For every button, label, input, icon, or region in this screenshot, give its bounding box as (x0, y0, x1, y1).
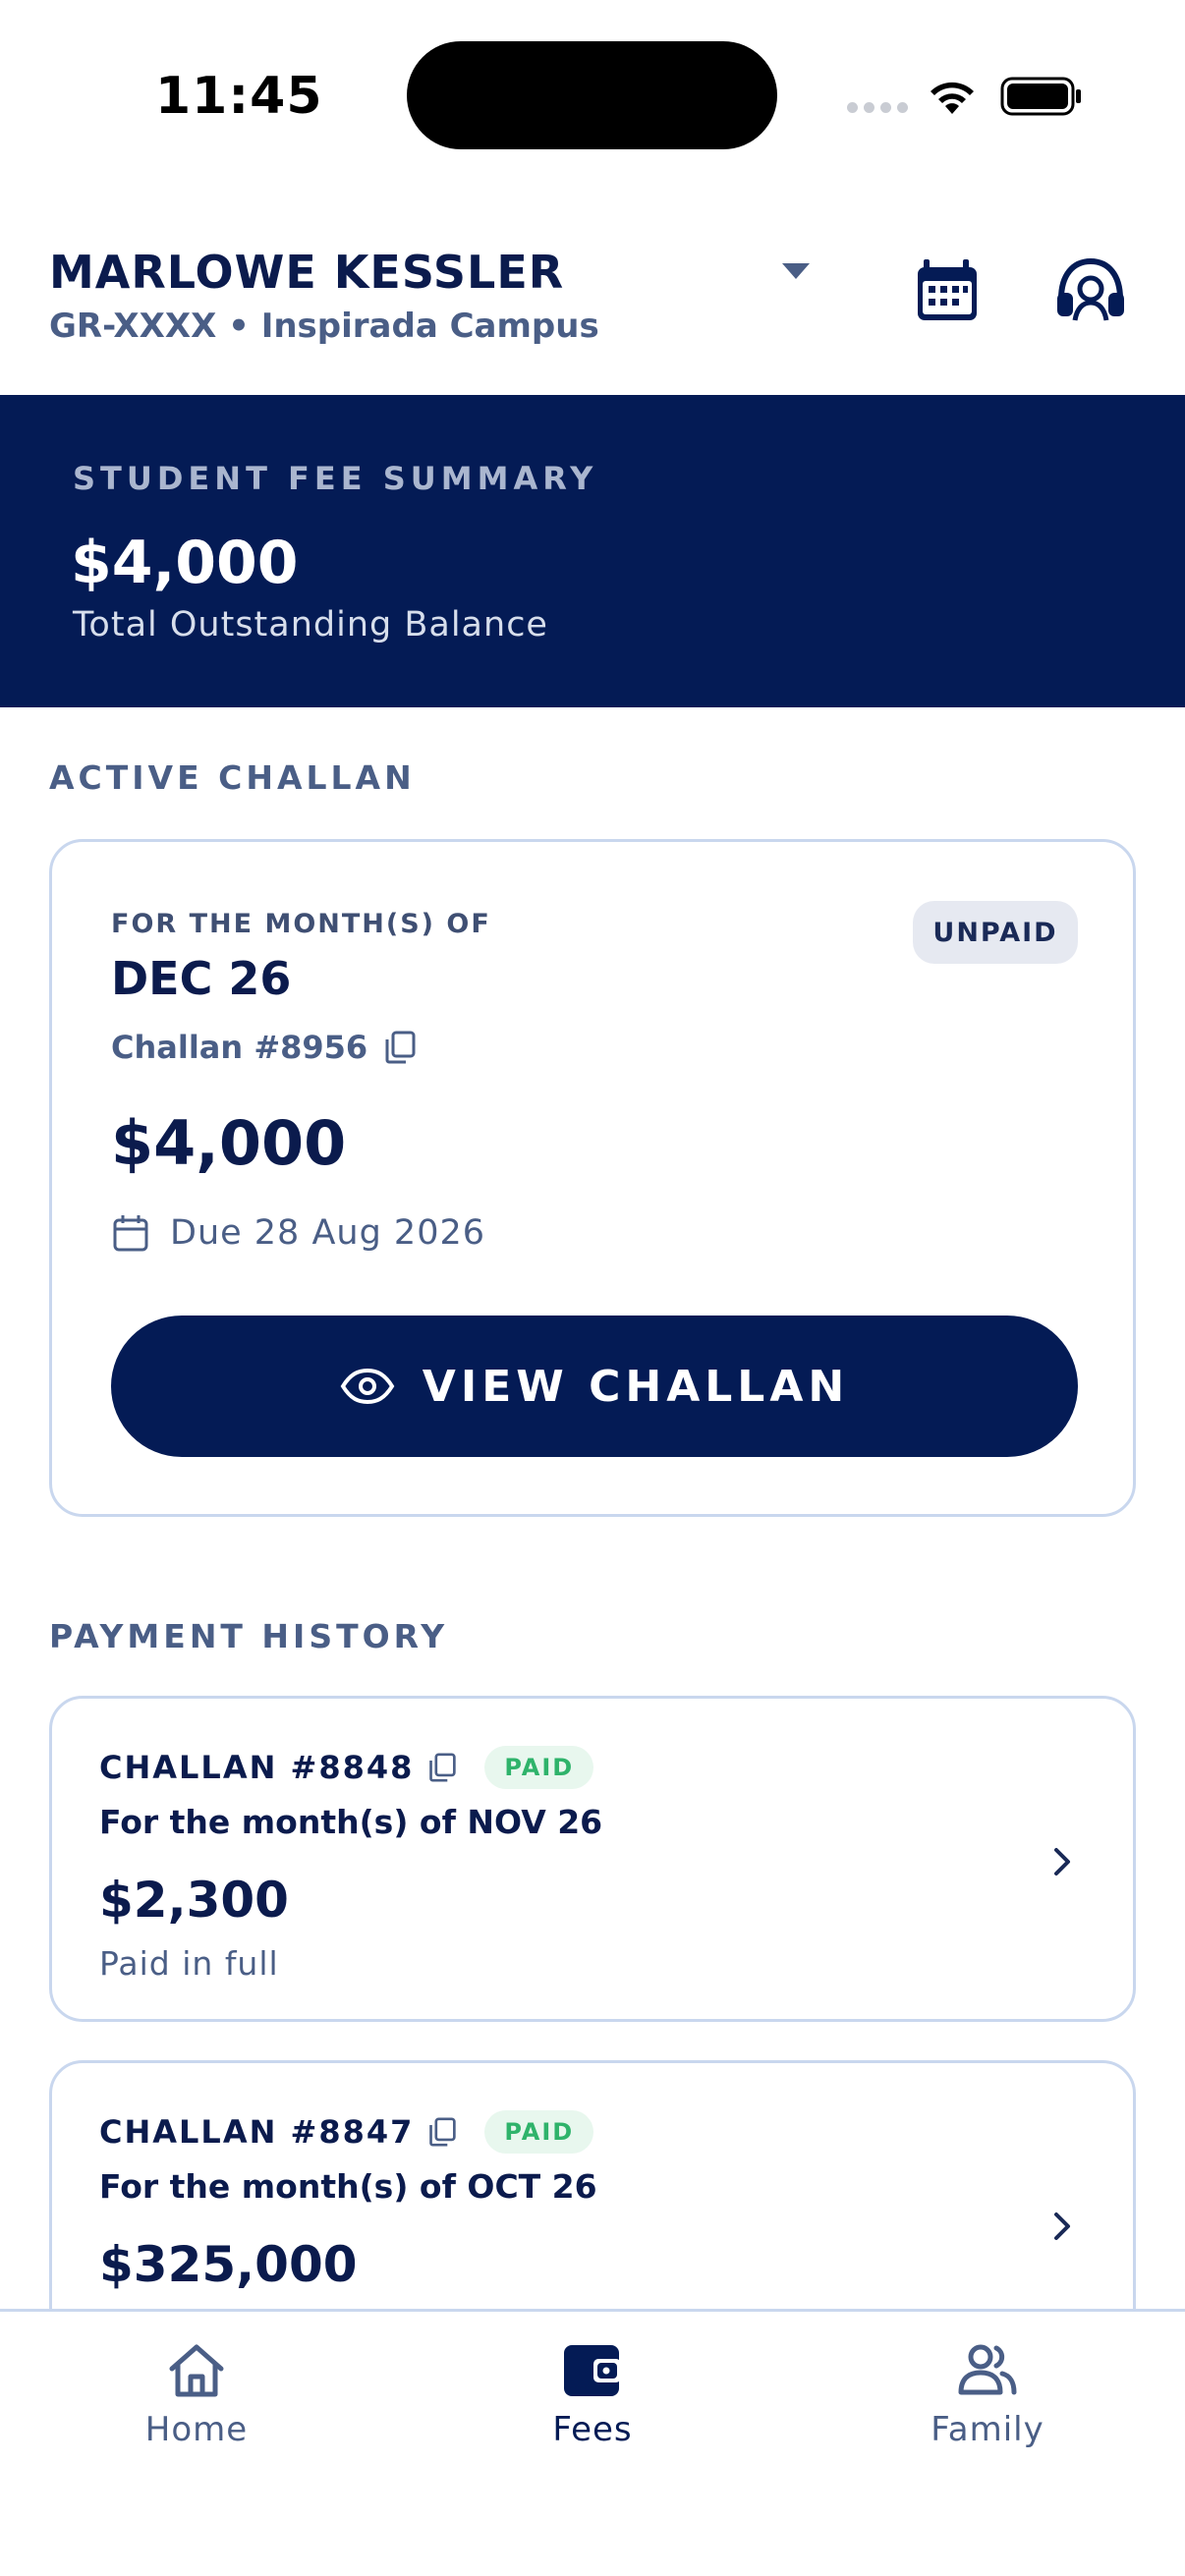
history-month: For the month(s) of OCT 26 (99, 2167, 597, 2206)
history-item[interactable]: CHALLAN #8848 PAID For the month(s) of N… (49, 1696, 1136, 2022)
outstanding-caption: Total Outstanding Balance (73, 605, 548, 644)
challan-amount: $4,000 (111, 1107, 347, 1179)
status-time: 11:45 (155, 67, 323, 126)
caret-down-icon[interactable] (778, 259, 814, 283)
status-badge-unpaid: UNPAID (913, 901, 1078, 964)
history-challan-number: CHALLAN #8848 (99, 1749, 415, 1786)
home-icon (169, 2344, 224, 2397)
cellular-signal-icon (847, 102, 908, 113)
due-date: Due 28 Aug 2026 (170, 1213, 485, 1253)
due-date-row: Due 28 Aug 2026 (111, 1213, 485, 1253)
history-item-header: CHALLAN #8848 PAID (99, 1746, 594, 1789)
nav-label-fees: Fees (552, 2410, 633, 2449)
active-challan-card: FOR THE MONTH(S) OF DEC 26 Challan #8956… (49, 839, 1136, 1517)
view-challan-button[interactable]: VIEW CHALLAN (111, 1316, 1078, 1457)
view-challan-label: VIEW CHALLAN (422, 1361, 850, 1412)
history-item-header: CHALLAN #8847 PAID (99, 2110, 594, 2154)
nav-item-home[interactable]: Home (69, 2339, 324, 2449)
summary-label: STUDENT FEE SUMMARY (73, 460, 598, 497)
app-header: MARLOWE KESSLER GR-XXXX • Inspirada Camp… (0, 226, 1185, 393)
nav-label-home: Home (144, 2410, 249, 2449)
status-bar: 11:45 (0, 0, 1185, 177)
copy-icon[interactable] (383, 1030, 417, 1065)
challan-number-row: Challan #8956 (111, 1029, 417, 1066)
payment-history-heading: PAYMENT HISTORY (49, 1617, 449, 1655)
nav-item-family[interactable]: Family (860, 2339, 1115, 2449)
outstanding-amount: $4,000 (71, 529, 299, 597)
history-challan-number: CHALLAN #8847 (99, 2113, 415, 2151)
fee-summary-banner: STUDENT FEE SUMMARY $4,000 Total Outstan… (0, 395, 1185, 707)
copy-icon[interactable] (427, 1752, 457, 1783)
history-month: For the month(s) of NOV 26 (99, 1803, 603, 1841)
status-badge-paid: PAID (484, 1746, 594, 1789)
copy-icon[interactable] (427, 2116, 457, 2148)
challan-number: Challan #8956 (111, 1029, 368, 1066)
student-id-campus: GR-XXXX • Inspirada Campus (49, 307, 599, 346)
history-amount: $2,300 (99, 1872, 289, 1929)
active-challan-heading: ACTIVE CHALLAN (49, 758, 416, 797)
headset-support-icon[interactable] (1053, 255, 1128, 326)
calendar-small-icon (113, 1215, 148, 1252)
status-badge-paid: PAID (484, 2110, 594, 2154)
nav-item-fees[interactable]: Fees (465, 2339, 720, 2449)
eye-icon (340, 1369, 395, 1404)
student-name[interactable]: MARLOWE KESSLER (49, 246, 564, 299)
challan-month: DEC 26 (111, 952, 292, 1005)
history-amount: $325,000 (99, 2236, 358, 2293)
bottom-navigation: Home Fees Family (0, 2309, 1185, 2576)
wallet-icon (564, 2345, 621, 2396)
chevron-right-icon (1054, 2212, 1070, 2240)
nav-label-family: Family (931, 2410, 1044, 2449)
history-note: Paid in full (99, 1944, 279, 1983)
dynamic-island (407, 41, 777, 149)
family-icon (958, 2344, 1017, 2395)
wifi-icon (931, 82, 974, 114)
calendar-icon[interactable] (912, 255, 983, 326)
battery-icon (1000, 77, 1081, 116)
chevron-right-icon (1054, 1848, 1070, 1876)
month-label: FOR THE MONTH(S) OF (111, 909, 491, 939)
